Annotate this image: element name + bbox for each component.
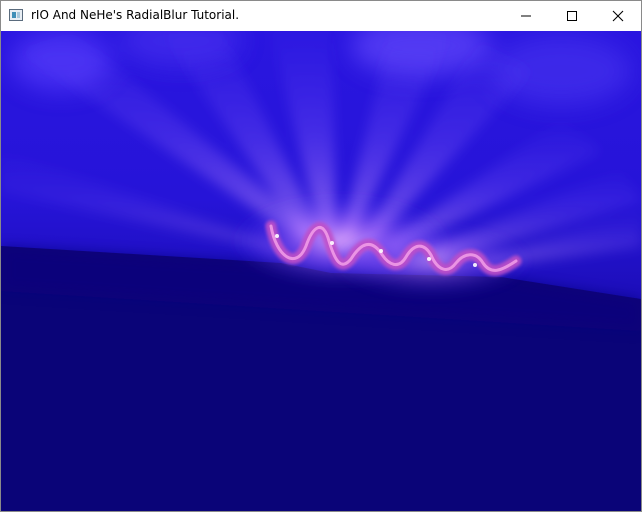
close-button[interactable] bbox=[595, 1, 641, 31]
maximize-button[interactable] bbox=[549, 1, 595, 31]
opengl-viewport[interactable] bbox=[1, 31, 641, 511]
maximize-icon bbox=[567, 11, 577, 21]
minimize-button[interactable] bbox=[503, 1, 549, 31]
radial-blur-scene bbox=[1, 31, 641, 511]
title-bar[interactable]: rIO And NeHe's RadialBlur Tutorial. bbox=[1, 1, 641, 31]
window-title: rIO And NeHe's RadialBlur Tutorial. bbox=[31, 8, 240, 22]
close-icon bbox=[612, 10, 624, 22]
window-controls bbox=[503, 1, 641, 31]
app-window-icon[interactable] bbox=[9, 9, 23, 21]
app-icon-pane-right bbox=[17, 12, 20, 18]
minimize-icon bbox=[521, 15, 531, 17]
app-window: rIO And NeHe's RadialBlur Tutorial. bbox=[0, 0, 642, 512]
app-icon-pane-left bbox=[12, 12, 16, 18]
